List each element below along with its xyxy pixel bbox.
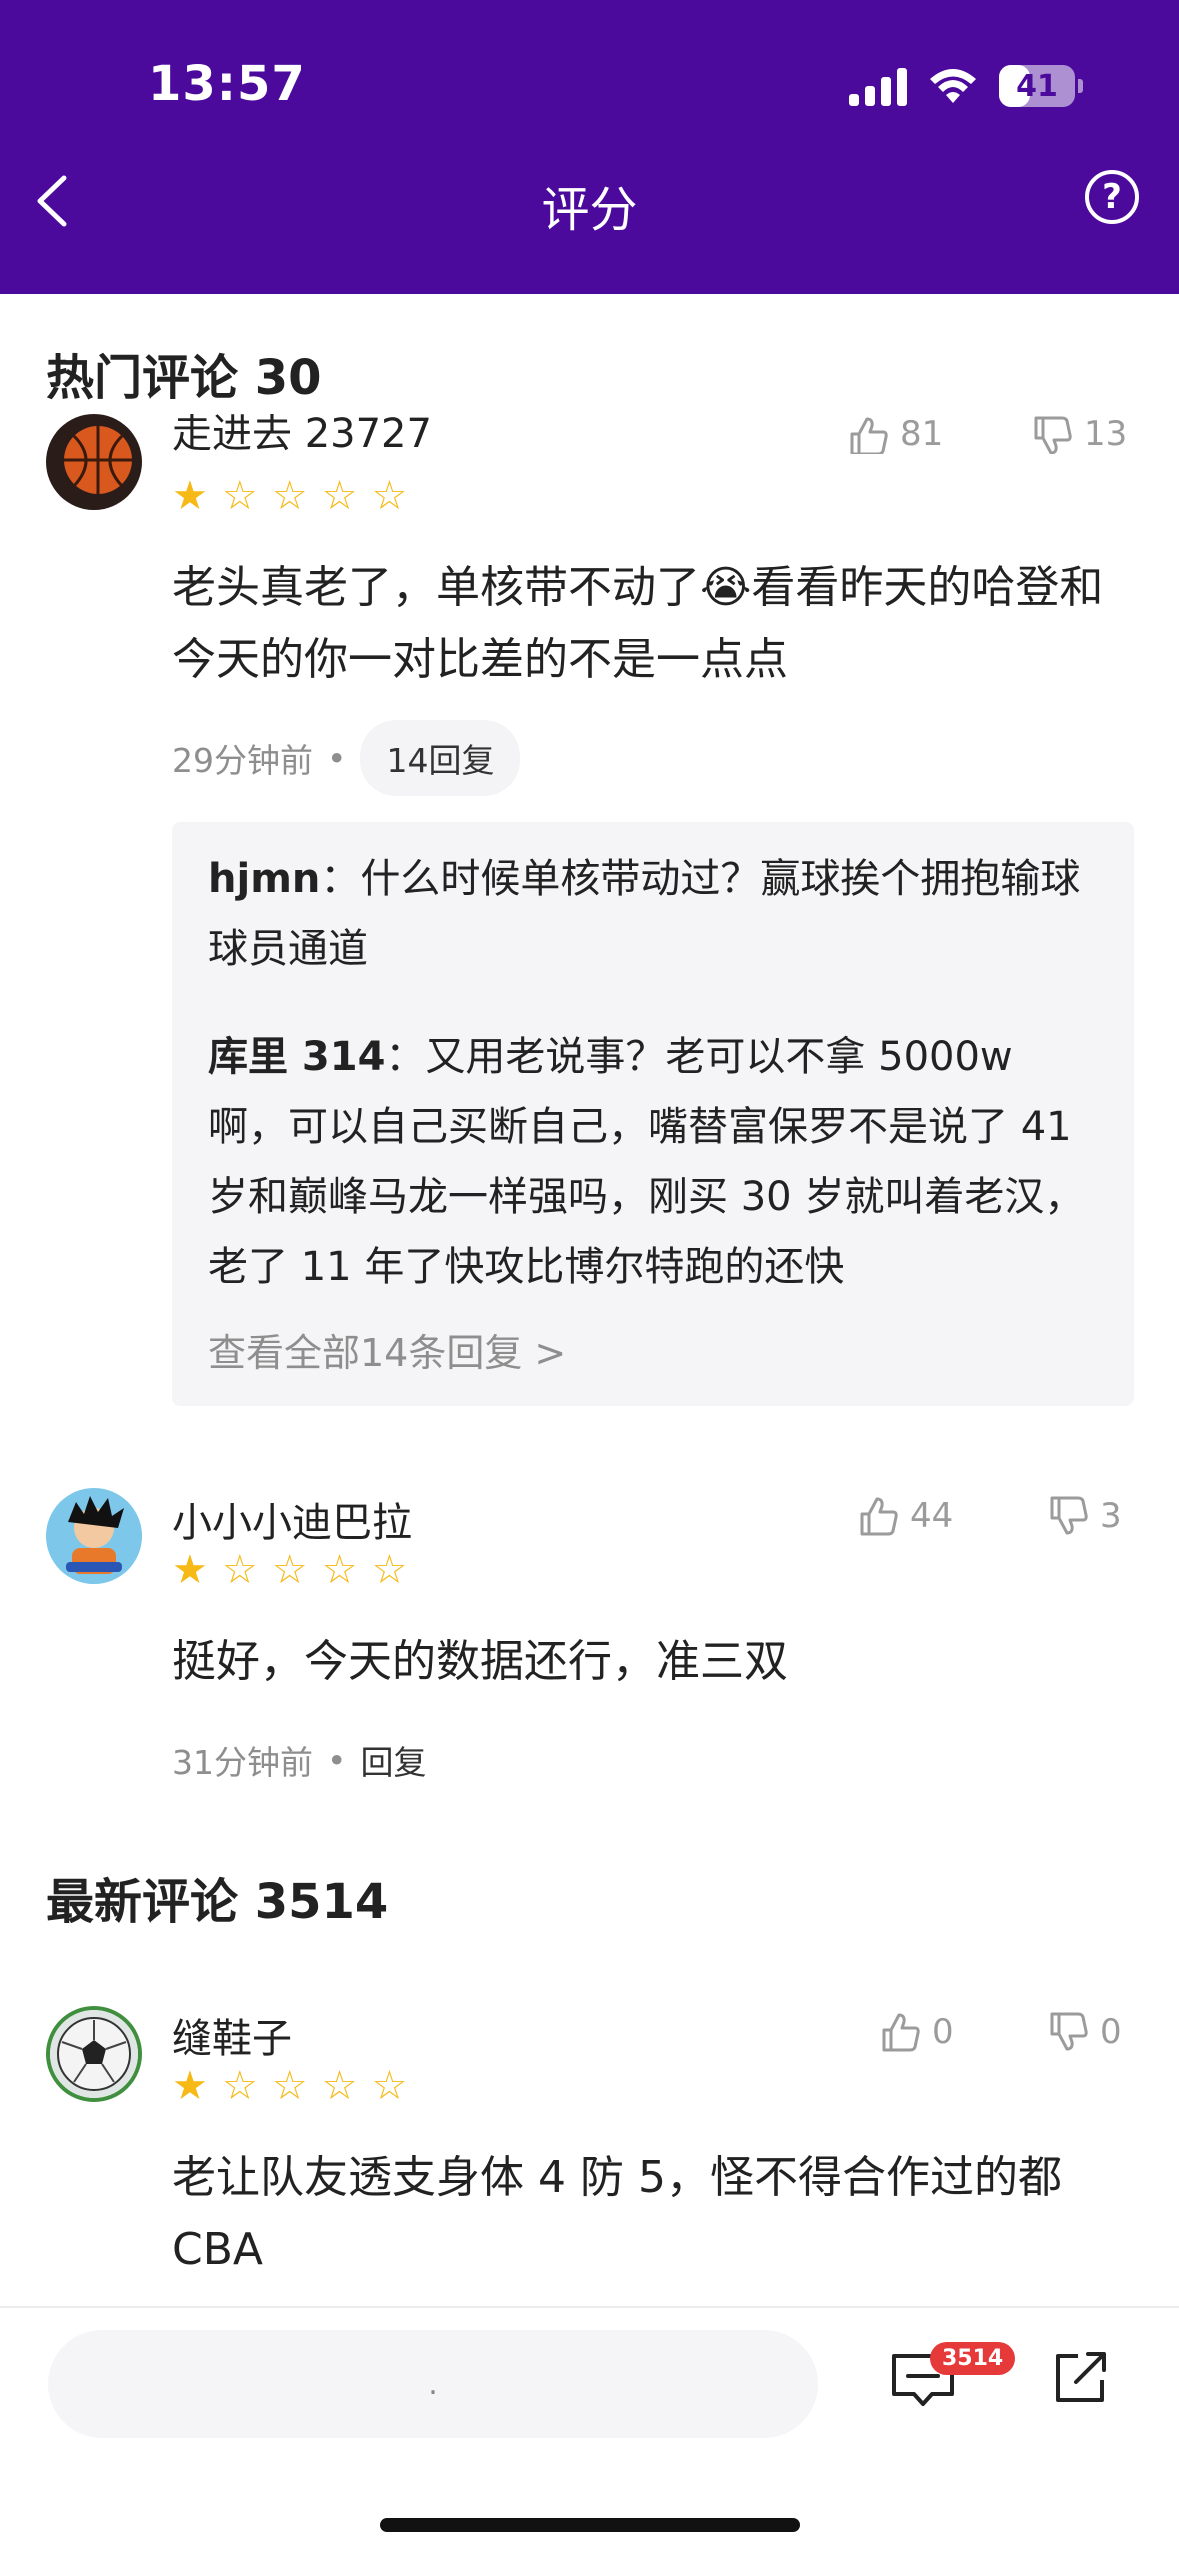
thumbs-up-icon (860, 1497, 898, 1536)
dislike-button[interactable]: 13 (1030, 414, 1127, 454)
rating-stars: ★ ☆ ☆ ☆ ☆ (172, 2066, 407, 2106)
reply-preview-box[interactable]: hjmn：什么时候单核带动过？赢球挨个拥抱输球球员通道 库里 314：又用老说事… (172, 822, 1134, 1406)
status-time: 13:57 (148, 56, 306, 112)
help-icon[interactable]: ? (1085, 170, 1139, 224)
avatar[interactable] (46, 2006, 142, 2102)
star-filled-icon: ★ (172, 2063, 208, 2109)
like-count: 81 (900, 414, 944, 454)
dislike-count: 0 (1100, 2012, 1122, 2052)
reply-button[interactable]: 回复 (360, 1736, 426, 1784)
star-empty-icon: ☆ (371, 2063, 408, 2109)
dislike-button[interactable]: 3 (1046, 1494, 1122, 1538)
dislike-count: 3 (1100, 1496, 1122, 1536)
like-count: 0 (932, 2012, 954, 2052)
dislike-button[interactable]: 0 (1046, 2010, 1122, 2054)
cellular-signal-icon (849, 66, 907, 106)
thumbs-down-icon (1050, 2012, 1088, 2051)
home-indicator[interactable] (380, 2518, 800, 2532)
replies-button[interactable]: 14回复 (360, 720, 521, 796)
reply-author[interactable]: 库里 314 (208, 1034, 385, 1080)
reply-text: 什么时候单核带动过？赢球挨个拥抱输球球员通道 (208, 856, 1081, 972)
comment-text: 老让队友透支身体 4 防 5，怪不得合作过的都 CBA (172, 2152, 1062, 2275)
wifi-icon (930, 69, 976, 103)
bottom-bar: . 3514 (0, 2306, 1179, 2556)
reply-item: hjmn：什么时候单核带动过？赢球挨个拥抱输球球员通道 (208, 856, 1081, 972)
username[interactable]: 走进去 23727 (172, 414, 432, 458)
dislike-count: 13 (1084, 414, 1128, 454)
star-empty-icon: ☆ (371, 473, 408, 519)
view-all-replies-link[interactable]: 查看全部14条回复 > (208, 1322, 566, 1377)
rating-stars: ★ ☆ ☆ ☆ ☆ (172, 476, 407, 516)
thumbs-down-icon (1034, 416, 1072, 454)
share-icon[interactable] (1052, 2348, 1110, 2406)
username[interactable]: 小小小迪巴拉 (172, 1490, 412, 1548)
star-filled-icon: ★ (172, 473, 208, 519)
reply-author[interactable]: hjmn (208, 856, 320, 902)
star-empty-icon: ☆ (221, 473, 258, 519)
like-count: 44 (910, 1496, 954, 1536)
reply-item: 库里 314：又用老说事？老可以不拿 5000w 啊，可以自己买断自己，嘴替富保… (208, 1034, 1085, 1290)
header: 13:57 41 评分 ? (0, 0, 1179, 294)
star-empty-icon: ☆ (271, 2063, 308, 2109)
thumbs-down-icon (1050, 1496, 1088, 1535)
thumbs-up-icon (850, 417, 888, 454)
star-empty-icon: ☆ (221, 2063, 258, 2109)
comment-meta: 29分钟前 • 14回复 (172, 720, 521, 796)
comment-time: 31分钟前 (172, 1743, 313, 1782)
comment-meta: 31分钟前 • 回复 (172, 1736, 426, 1784)
star-empty-icon: ☆ (321, 2063, 358, 2109)
star-empty-icon: ☆ (321, 1547, 358, 1593)
thumbs-up-icon (882, 2013, 920, 2052)
avatar[interactable] (46, 1488, 142, 1584)
star-empty-icon: ☆ (321, 473, 358, 519)
comment-time: 29分钟前 (172, 741, 313, 780)
status-icons: 41 (849, 64, 1083, 108)
star-filled-icon: ★ (172, 1547, 208, 1593)
username[interactable]: 缝鞋子 (172, 2006, 292, 2064)
rating-stars: ★ ☆ ☆ ☆ ☆ (172, 1550, 407, 1590)
battery-level: 41 (1016, 68, 1058, 104)
star-empty-icon: ☆ (221, 1547, 258, 1593)
avatar[interactable] (46, 414, 142, 510)
like-button[interactable]: 0 (878, 2010, 954, 2054)
like-button[interactable]: 44 (856, 1494, 953, 1538)
page-title: 评分 (541, 182, 638, 238)
hot-comments-title: 热门评论 30 (46, 350, 322, 406)
star-empty-icon: ☆ (271, 1547, 308, 1593)
comment-text: 挺好，今天的数据还行，准三双 (172, 1636, 788, 1687)
star-empty-icon: ☆ (271, 473, 308, 519)
battery-icon: 41 (999, 65, 1083, 107)
comment-text: 老头真老了，单核带不动了😭看看昨天的哈登和今天的你一对比差的不是一点点 (172, 562, 1104, 685)
star-empty-icon: ☆ (371, 1547, 408, 1593)
comment-input-placeholder: . (428, 2366, 438, 2402)
comment-input[interactable]: . (48, 2330, 818, 2438)
latest-comments-title: 最新评论 3514 (46, 1874, 389, 1930)
comment-count-badge: 3514 (930, 2342, 1016, 2375)
like-button[interactable]: 81 (846, 414, 943, 454)
